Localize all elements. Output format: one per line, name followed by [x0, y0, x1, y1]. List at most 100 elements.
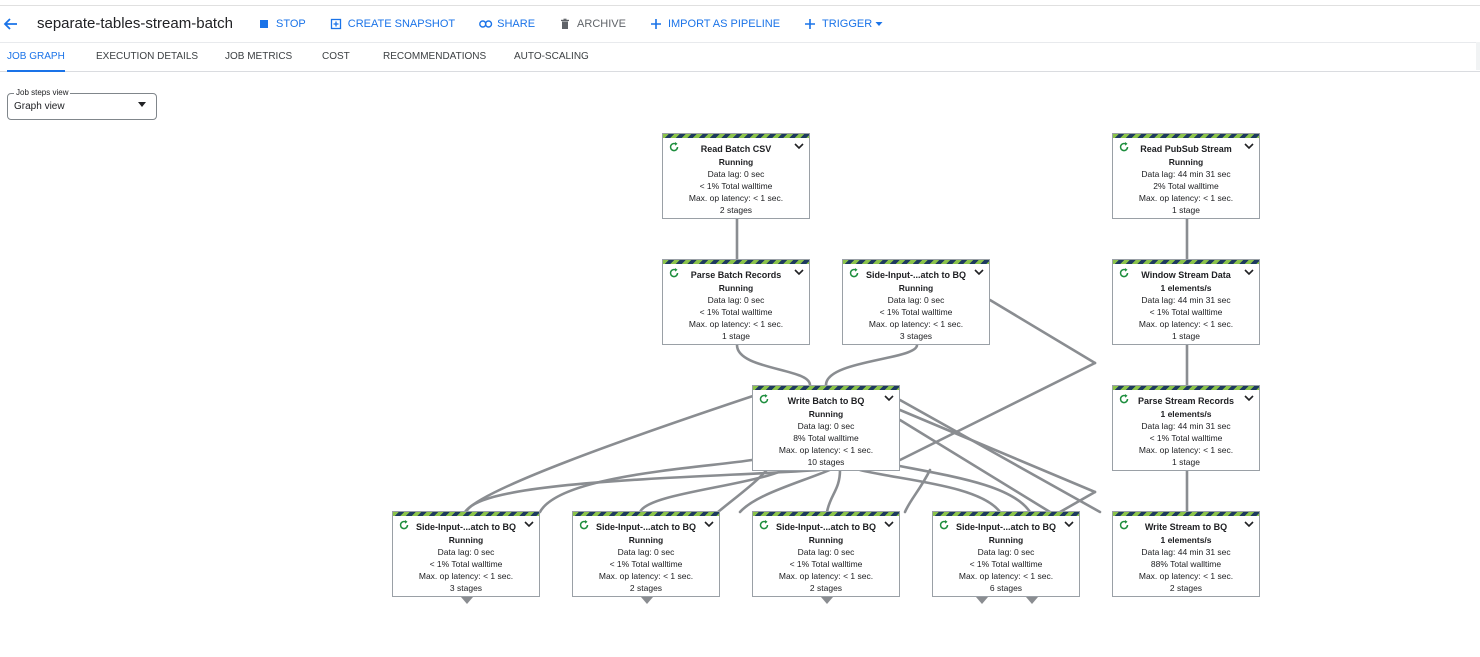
graph-edge: [898, 418, 1052, 514]
step-status: 1 elements/s: [1160, 535, 1212, 545]
graph-edge: [1058, 490, 1097, 514]
step-latency: Max. op latency: < 1 sec.: [868, 319, 964, 329]
graph-edge: [735, 343, 812, 387]
running-stripe: [753, 386, 899, 390]
step-data-lag: Data lag: 0 sec: [977, 547, 1035, 557]
step-node-side-input-4[interactable]: Side-Input-...atch to BQ Running Data la…: [932, 511, 1080, 597]
step-node-write-batch-to-bq[interactable]: Write Batch to BQ Running Data lag: 0 se…: [752, 385, 900, 471]
step-name: Side-Input-...atch to BQ: [596, 522, 696, 532]
step-status: 1 elements/s: [1160, 409, 1212, 419]
step-node-read-pubsub-stream[interactable]: Read PubSub Stream Running Data lag: 44 …: [1112, 133, 1260, 219]
step-stages: 2 stages: [719, 205, 753, 215]
step-data-lag: Data lag: 44 min 31 sec: [1141, 421, 1231, 431]
step-status: Running: [988, 535, 1024, 545]
step-walltime: < 1% Total walltime: [699, 181, 773, 191]
graph-edge: [988, 298, 1097, 365]
output-arrow: [1026, 597, 1038, 604]
graph-edge: [898, 361, 1097, 462]
step-data-lag: Data lag: 0 sec: [437, 547, 495, 557]
step-node-parse-batch-records[interactable]: Parse Batch Records Running Data lag: 0 …: [662, 259, 810, 345]
step-stages: 6 stages: [989, 583, 1023, 593]
step-latency: Max. op latency: < 1 sec.: [418, 571, 514, 581]
step-node-parse-stream-records[interactable]: Parse Stream Records 1 elements/s Data l…: [1112, 385, 1260, 471]
step-node-window-stream-data[interactable]: Window Stream Data 1 elements/s Data lag…: [1112, 259, 1260, 345]
step-walltime: 8% Total walltime: [793, 433, 859, 443]
output-arrow: [641, 597, 653, 604]
step-name: Side-Input-...atch to BQ: [416, 522, 516, 532]
running-stripe: [1113, 512, 1259, 516]
output-arrow: [821, 597, 833, 604]
step-stages: 1 stage: [722, 331, 750, 341]
running-stripe: [933, 512, 1079, 516]
running-stripe: [573, 512, 719, 516]
step-name: Side-Input-...atch to BQ: [776, 522, 876, 532]
step-status: Running: [448, 535, 484, 545]
step-data-lag: Data lag: 0 sec: [617, 547, 675, 557]
step-node-side-input-top[interactable]: Side-Input-...atch to BQ Running Data la…: [842, 259, 990, 345]
running-stripe: [663, 260, 809, 264]
step-data-lag: Data lag: 0 sec: [707, 295, 765, 305]
step-walltime: < 1% Total walltime: [789, 559, 863, 569]
step-latency: Max. op latency: < 1 sec.: [778, 445, 874, 455]
step-latency: Max. op latency: < 1 sec.: [958, 571, 1054, 581]
step-stages: 2 stages: [629, 583, 663, 593]
running-stripe: [1113, 260, 1259, 264]
step-latency: Max. op latency: < 1 sec.: [598, 571, 694, 581]
step-node-side-input-1[interactable]: Side-Input-...atch to BQ Running Data la…: [392, 511, 540, 597]
step-data-lag: Data lag: 44 min 31 sec: [1141, 169, 1231, 179]
step-walltime: < 1% Total walltime: [969, 559, 1043, 569]
step-latency: Max. op latency: < 1 sec.: [1138, 571, 1234, 581]
step-name: Write Stream to BQ: [1144, 522, 1228, 532]
output-arrow: [976, 597, 988, 604]
output-arrow: [461, 597, 473, 604]
graph-edge: [824, 343, 919, 387]
step-walltime: < 1% Total walltime: [699, 307, 773, 317]
step-stages: 1 stage: [1172, 205, 1200, 215]
step-name: Parse Batch Records: [690, 270, 782, 280]
step-walltime: 2% Total walltime: [1153, 181, 1219, 191]
step-latency: Max. op latency: < 1 sec.: [1138, 193, 1234, 203]
step-walltime: < 1% Total walltime: [429, 559, 503, 569]
step-node-side-input-3[interactable]: Side-Input-...atch to BQ Running Data la…: [752, 511, 900, 597]
step-name: Write Batch to BQ: [787, 396, 865, 406]
step-node-write-stream-to-bq[interactable]: Write Stream to BQ 1 elements/s Data lag…: [1112, 511, 1260, 597]
step-node-side-input-2[interactable]: Side-Input-...atch to BQ Running Data la…: [572, 511, 720, 597]
step-name: Window Stream Data: [1141, 270, 1231, 280]
step-name: Read PubSub Stream: [1140, 144, 1232, 154]
step-data-lag: Data lag: 0 sec: [797, 547, 855, 557]
step-name: Parse Stream Records: [1137, 396, 1235, 406]
step-status: Running: [1168, 157, 1204, 167]
running-stripe: [1113, 386, 1259, 390]
step-latency: Max. op latency: < 1 sec.: [688, 319, 784, 329]
running-stripe: [393, 512, 539, 516]
step-stages: 3 stages: [899, 331, 933, 341]
step-latency: Max. op latency: < 1 sec.: [688, 193, 784, 203]
step-walltime: < 1% Total walltime: [1149, 307, 1223, 317]
graph-edge: [903, 468, 932, 514]
running-stripe: [753, 512, 899, 516]
step-stages: 3 stages: [449, 583, 483, 593]
running-stripe: [663, 134, 809, 138]
step-walltime: 88% Total walltime: [1150, 559, 1222, 569]
step-status: Running: [898, 283, 934, 293]
step-data-lag: Data lag: 0 sec: [797, 421, 855, 431]
step-data-lag: Data lag: 44 min 31 sec: [1141, 295, 1231, 305]
step-latency: Max. op latency: < 1 sec.: [1138, 319, 1234, 329]
step-stages: 10 stages: [807, 457, 845, 467]
graph-edge: [825, 468, 842, 514]
step-node-read-batch-csv[interactable]: Read Batch CSV Running Data lag: 0 sec <…: [662, 133, 810, 219]
step-data-lag: Data lag: 0 sec: [887, 295, 945, 305]
step-walltime: < 1% Total walltime: [609, 559, 683, 569]
step-stages: 2 stages: [809, 583, 843, 593]
graph-edge: [898, 398, 1102, 514]
step-walltime: < 1% Total walltime: [879, 307, 953, 317]
step-name: Read Batch CSV: [700, 144, 772, 154]
step-stages: 1 stage: [1172, 457, 1200, 467]
step-status: Running: [628, 535, 664, 545]
running-stripe: [843, 260, 989, 264]
step-data-lag: Data lag: 44 min 31 sec: [1141, 547, 1231, 557]
step-latency: Max. op latency: < 1 sec.: [1138, 445, 1234, 455]
step-name: Side-Input-...atch to BQ: [866, 270, 966, 280]
step-stages: 2 stages: [1169, 583, 1203, 593]
step-status: Running: [808, 535, 844, 545]
